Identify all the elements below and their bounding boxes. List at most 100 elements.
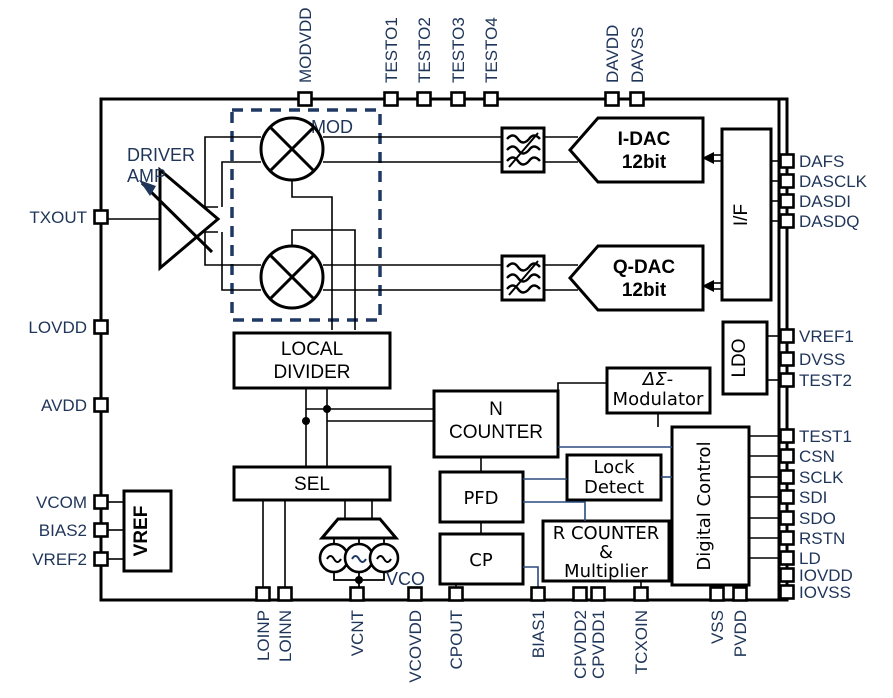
pin-label-davdd: DAVDD [603, 25, 622, 83]
pin-label-vss: VSS [708, 610, 727, 644]
i-dac-label-line1: I-DAC [618, 129, 671, 150]
n-counter-label-line1: N [489, 399, 503, 420]
divider-sel-wiring [305, 388, 434, 467]
pin-square-vcom [93, 494, 109, 510]
pin-label-dasdi: DASDI [799, 192, 851, 211]
pin-label-sclk: SCLK [799, 468, 844, 487]
pin-square-vref1 [779, 328, 795, 344]
pin-square-iovdd [779, 567, 795, 583]
pin-square-dasdi [779, 193, 795, 209]
driver-amp-label-line2: AMP [127, 166, 166, 186]
pin-label-bias1: BIAS1 [529, 610, 548, 658]
pin-square-cpout [448, 586, 464, 602]
pin-square-sdi [779, 489, 795, 505]
pin-label-dasclk: DASCLK [799, 172, 868, 191]
pin-square-dvss [779, 351, 795, 367]
mixer-q [259, 244, 325, 310]
pin-label-bias2: BIAS2 [39, 521, 87, 540]
pin-label-testo4: TESTO4 [482, 17, 501, 83]
diagram-svg: MOD DRIVER AMP I-DAC 12bit Q-DAC 12bit I… [28, 7, 868, 683]
vco-label: VCO [386, 569, 425, 589]
lpf-dac-wires [544, 136, 578, 291]
vref-label: VREF [131, 506, 152, 557]
pin-square-dasdq [779, 213, 795, 229]
pfd-label: PFD [463, 488, 498, 509]
digital-control-pin-stubs [749, 435, 779, 559]
vref-pin-wires [108, 501, 124, 560]
pin-square-txout [93, 209, 109, 225]
r-counter-label-line2: & [599, 542, 613, 563]
pin-label-vcom: VCOM [36, 493, 87, 512]
pin-label-cpvdd1: CPVDD1 [589, 610, 608, 679]
mixer-i [259, 116, 325, 182]
pin-square-sdo [779, 510, 795, 526]
pin-label-cpvdd2: CPVDD2 [571, 610, 590, 679]
r-counter-label-line1: R COUNTER [553, 523, 659, 544]
pin-label-vcnt: VCNT [348, 610, 367, 656]
interface-label: I/F [731, 204, 752, 226]
pin-label-avdd: AVDD [41, 396, 87, 415]
block-diagram-canvas: MOD DRIVER AMP I-DAC 12bit Q-DAC 12bit I… [0, 0, 893, 698]
pin-square-cpvdd1 [590, 586, 606, 602]
i-dac-label-line2: 12bit [622, 152, 667, 173]
mod-group-dashed-box [230, 108, 382, 322]
pin-square-vcnt [349, 586, 365, 602]
pin-square-avdd [93, 397, 109, 413]
pin-square-bias2 [93, 522, 109, 538]
pin-square-vss [709, 586, 725, 602]
local-divider-label-line2: DIVIDER [273, 362, 350, 383]
pin-label-test2: TEST2 [799, 371, 852, 390]
lock-detect-label-line2: Detect [584, 477, 644, 498]
pin-label-rstn: RSTN [799, 529, 845, 548]
pin-square-ld [779, 550, 795, 566]
pin-square-test1 [779, 428, 795, 444]
pin-label-vref2: VREF2 [32, 550, 87, 569]
r-counter-label-line3: Multiplier [564, 561, 649, 582]
q-dac-label-line1: Q-DAC [613, 257, 676, 278]
pin-label-testo1: TESTO1 [382, 17, 401, 83]
pin-label-iovss: IOVSS [799, 583, 851, 602]
lpf-q-filter [500, 254, 546, 302]
pin-label-dvss: DVSS [799, 350, 845, 369]
pin-square-sclk [779, 469, 795, 485]
ldo-label: LDO [729, 338, 750, 377]
digital-control-label: Digital Control [694, 441, 715, 570]
pin-square-rstn [779, 530, 795, 546]
local-divider-label-line1: LOCAL [281, 339, 343, 360]
pin-square-testo1 [383, 91, 399, 107]
mod-wiring [204, 136, 502, 330]
lpf-i-filter [500, 126, 546, 174]
pin-label-cpout: CPOUT [447, 610, 466, 670]
pin-square-iovss [779, 584, 795, 600]
pin-label-testo2: TESTO2 [415, 17, 434, 83]
pin-label-sdo: SDO [799, 509, 836, 528]
driver-amp-label-line1: DRIVER [127, 145, 195, 165]
pin-square-testo4 [483, 91, 499, 107]
pin-square-bias1 [530, 586, 546, 602]
pin-square-vref2 [93, 551, 109, 567]
n-counter-label-line2: COUNTER [449, 422, 543, 443]
ds-modulator-label-line1: ΔΣ- [641, 369, 673, 390]
pin-label-pvdd: PVDD [731, 610, 750, 657]
pin-square-csn [779, 448, 795, 464]
ds-modulator-label-line2: Modulator [613, 389, 704, 410]
pin-square-davdd [604, 91, 620, 107]
pin-square-cpvdd2 [572, 586, 588, 602]
lock-detect-label-line1: Lock [593, 457, 635, 478]
pin-square-testo2 [416, 91, 432, 107]
pin-square-pvdd [732, 586, 748, 602]
pin-label-modvdd: MODVDD [296, 7, 315, 83]
pin-label-testo3: TESTO3 [449, 17, 468, 83]
pin-square-loinp [255, 586, 271, 602]
pin-square-lovdd [93, 319, 109, 335]
pin-square-vcovdd [407, 586, 423, 602]
pin-square-test2 [779, 372, 795, 388]
pin-label-vref1: VREF1 [799, 327, 854, 346]
mod-group-label: MOD [311, 117, 353, 137]
pin-square-dasclk [779, 173, 795, 189]
sel-label: SEL [294, 474, 330, 495]
pin-label-vcovdd: VCOVDD [406, 610, 425, 683]
pin-square-tcxoin [633, 586, 649, 602]
pin-label-davss: DAVSS [628, 27, 647, 83]
pin-square-loinn [277, 586, 293, 602]
